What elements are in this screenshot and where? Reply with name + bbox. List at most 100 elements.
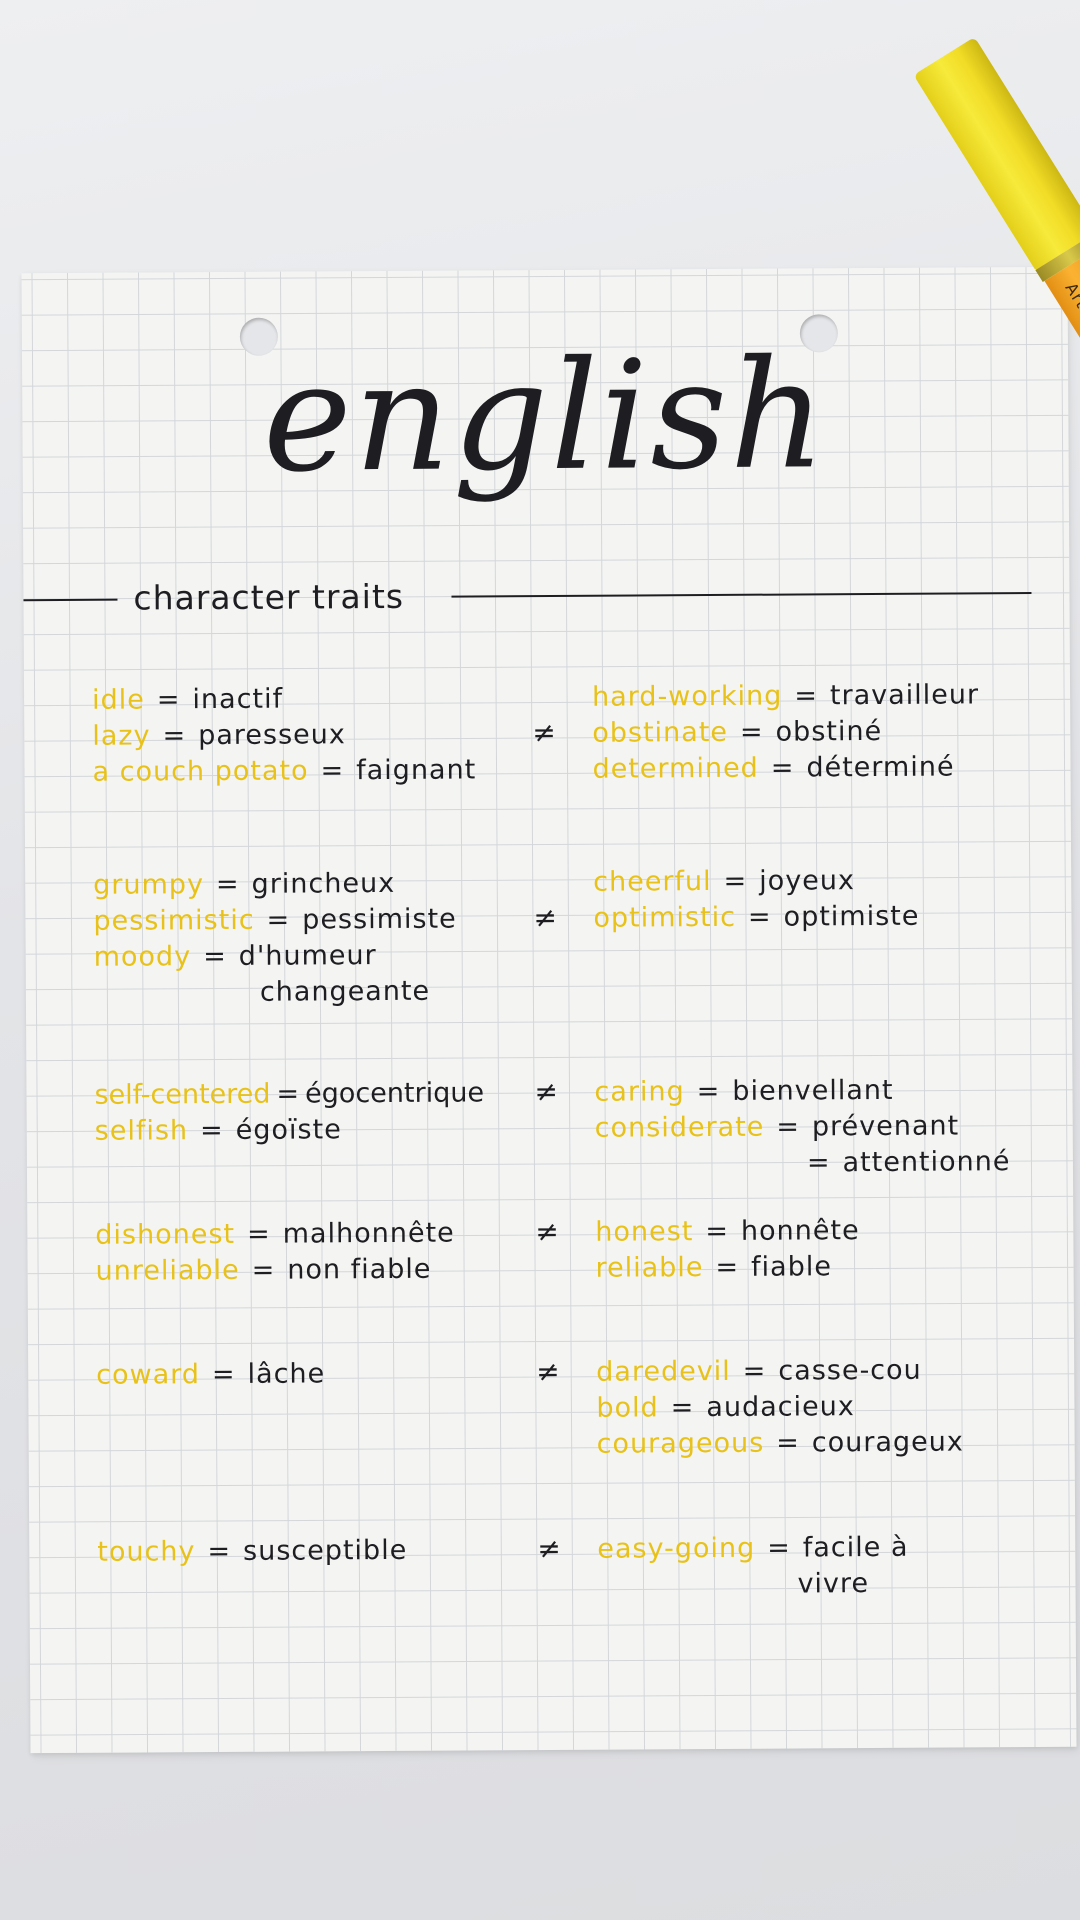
english-word: self-centered: [94, 1078, 271, 1111]
french-translation: facile à: [802, 1531, 909, 1564]
french-translation: faignant: [356, 754, 477, 787]
not-equal-sign: ≠: [534, 1074, 559, 1109]
vocab-entry: touchy = susceptible: [97, 1532, 527, 1571]
section-divider-right: [451, 592, 1032, 598]
vocab-group: grumpy = grincheux pessimistic = pessimiste …: [93, 862, 1053, 1008]
english-word: hard-working: [591, 680, 783, 713]
english-word: obstinate: [592, 716, 729, 749]
vocab-entry: lazy = paresseux: [92, 716, 522, 755]
french-translation: obstiné: [775, 715, 883, 748]
french-translation: susceptible: [242, 1534, 408, 1567]
french-translation: travailleur: [829, 679, 980, 712]
french-translation: courageux: [811, 1426, 964, 1459]
vocab-column-left: idle = inactif lazy = paresseux a couch pota…: [92, 680, 523, 791]
equals-sign: =: [200, 1114, 224, 1147]
vocab-entry-continuation: vivre: [597, 1565, 1067, 1604]
french-translation: pessimiste: [302, 903, 457, 936]
vocab-entry: caring = bienvellant: [594, 1072, 1064, 1111]
grid-paper-sheet: english character traits idle = inactif la…: [21, 266, 1077, 1754]
vocab-entry: self-centered = égocentrique: [94, 1075, 524, 1114]
english-word: determined: [592, 752, 759, 785]
not-equal-sign: ≠: [537, 1531, 561, 1566]
french-translation: égoïste: [235, 1114, 342, 1146]
french-translation: prévenant: [811, 1110, 960, 1143]
english-word: selfish: [94, 1115, 189, 1147]
french-translation: casse-cou: [778, 1354, 922, 1387]
equals-sign: =: [715, 1251, 740, 1283]
french-translation: égocentrique: [305, 1077, 485, 1110]
section-heading: character traits: [133, 576, 405, 618]
vocab-entry: grumpy = grincheux: [93, 865, 523, 904]
english-word: moody: [93, 941, 192, 973]
equals-sign: =: [723, 865, 748, 897]
french-translation: malhonnête: [282, 1217, 455, 1250]
english-word: caring: [594, 1076, 685, 1108]
vocab-entry: honest = honnête: [595, 1212, 1065, 1251]
vocab-entry: idle = inactif: [92, 680, 522, 719]
vocab-entry: dishonest = malhonnête: [95, 1215, 525, 1254]
equals-sign: =: [156, 684, 181, 716]
french-translation: fiable: [751, 1251, 833, 1283]
vocab-group: dishonest = malhonnête unreliable = non fiab…: [95, 1212, 1055, 1287]
english-word: unreliable: [95, 1254, 240, 1287]
english-word: grumpy: [93, 869, 205, 901]
equals-sign: =: [739, 716, 764, 748]
equals-sign: =: [207, 1535, 232, 1568]
english-word: pessimistic: [93, 904, 255, 937]
vocab-entry: moody = d'humeur: [94, 937, 524, 976]
english-word: a couch potato: [92, 755, 309, 788]
vocab-entry: easy-going = facile à: [597, 1529, 1067, 1568]
english-word: dishonest: [95, 1218, 236, 1251]
english-word: idle: [92, 684, 145, 716]
english-word: touchy: [97, 1536, 196, 1568]
equals-sign: =: [211, 1358, 236, 1391]
french-translation: audacieux: [706, 1391, 855, 1424]
equals-sign: =: [776, 1427, 800, 1459]
not-equal-sign: ≠: [533, 900, 558, 935]
page-title: english: [262, 328, 829, 506]
english-word: considerate: [594, 1111, 765, 1144]
vocab-entry: optimistic = optimiste: [593, 898, 1063, 937]
equals-sign: =: [162, 720, 187, 752]
vocab-column-left: dishonest = malhonnête unreliable = non fiab…: [95, 1215, 525, 1290]
french-translation: bienvellant: [732, 1074, 894, 1107]
french-translation: joyeux: [759, 865, 856, 897]
equals-sign: =: [696, 1075, 721, 1108]
equals-sign: =: [747, 901, 772, 933]
equals-sign: =: [276, 1078, 300, 1110]
vocab-column-right: hard-working = travailleur obstinate = obsti…: [592, 677, 1063, 788]
vocab-entry-continuation: changeante: [94, 973, 524, 1012]
vocab-column-right: easy-going = facile à vivre: [597, 1529, 1067, 1604]
vocab-entry: a couch potato = faignant: [92, 752, 522, 791]
equals-sign: =: [670, 1392, 695, 1424]
vocab-group: idle = inactif lazy = paresseux a couch pota…: [92, 677, 1052, 787]
equals-sign: =: [320, 755, 345, 787]
equals-sign: =: [705, 1215, 730, 1248]
french-translation: vivre: [797, 1568, 870, 1600]
not-equal-sign: ≠: [535, 1214, 559, 1249]
not-equal-sign: ≠: [536, 1354, 560, 1389]
french-translation: grincheux: [251, 867, 396, 900]
french-translation: optimiste: [783, 900, 920, 933]
vocab-entry: reliable = fiable: [595, 1248, 1065, 1287]
vocab-column-right: honest = honnête reliable = fiable: [595, 1212, 1065, 1287]
french-translation: changeante: [259, 975, 431, 1008]
english-word: cheerful: [593, 866, 712, 898]
vocab-group: coward = lâche ≠ daredevil = casse-cou bold =…: [96, 1352, 1056, 1460]
equals-sign: =: [770, 752, 795, 784]
vocab-group: touchy = susceptible ≠ easy-going = facile à…: [97, 1529, 1057, 1600]
english-word: optimistic: [593, 901, 737, 934]
french-translation: d'humeur: [238, 940, 377, 972]
equals-sign: =: [203, 940, 227, 973]
vocab-group: self-centered = égocentrique selfish = égoïs…: [94, 1072, 1054, 1179]
vocab-entry: hard-working = travailleur: [592, 677, 1062, 716]
vocab-entry: courageous = courageux: [597, 1424, 1067, 1463]
english-word: courageous: [596, 1427, 765, 1460]
english-word: reliable: [595, 1252, 704, 1284]
vocab-entry: pessimistic = pessimiste: [93, 901, 523, 940]
not-equal-sign: ≠: [532, 715, 556, 750]
equals-sign: =: [246, 1218, 271, 1250]
vocab-column-left: self-centered = égocentrique selfish = égoïs…: [94, 1075, 524, 1150]
vocab-column-right: cheerful = joyeux optimistic = optimiste: [593, 862, 1063, 937]
french-translation: attentionné: [842, 1146, 1011, 1179]
